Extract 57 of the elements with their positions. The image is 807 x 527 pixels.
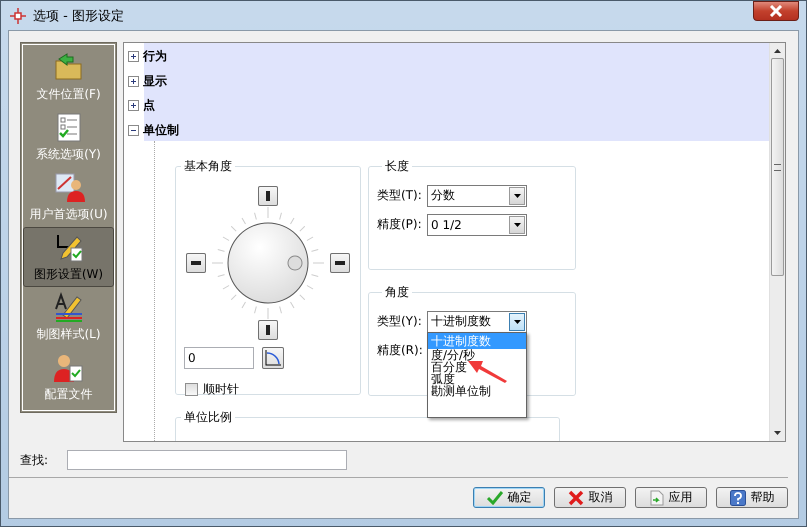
tree-item[interactable]: 行为 (143, 48, 167, 65)
field-label: 精度(R): (377, 342, 424, 359)
preset-button[interactable] (258, 320, 278, 340)
pick-angle-button[interactable] (262, 347, 284, 369)
document-icon (650, 490, 664, 506)
expand-icon[interactable] (128, 100, 139, 112)
crosshair-icon (9, 6, 27, 24)
group-title: 单位比例 (183, 409, 233, 426)
expand-icon[interactable] (128, 76, 139, 87)
scroll-thumb[interactable] (771, 58, 784, 276)
field-label: 类型(T): (377, 187, 423, 204)
help-icon (730, 490, 746, 506)
dropdown-option[interactable]: 度/分/秒 (428, 348, 526, 360)
group-title: 角度 (384, 284, 410, 301)
checkbox[interactable] (185, 383, 198, 396)
bar-icon (191, 261, 201, 265)
expand-icon[interactable] (128, 50, 139, 62)
angle-arc-icon (264, 349, 282, 367)
cancel-button[interactable]: 取消 (554, 487, 626, 508)
bar-icon (266, 191, 270, 201)
field-label: 精度(P): (377, 216, 423, 233)
scrollbar[interactable] (769, 43, 785, 441)
user-pencil-icon (52, 171, 84, 203)
window-title: 选项 - 图形设定 (33, 8, 124, 24)
tree-item[interactable]: 点 (143, 97, 155, 114)
preset-button[interactable] (330, 253, 350, 273)
tree-item[interactable]: 显示 (143, 72, 167, 90)
dropdown[interactable]: 0 1/2 (427, 214, 527, 236)
close-icon (769, 5, 783, 17)
preset-button[interactable] (186, 253, 206, 273)
bar-icon (335, 261, 345, 265)
find-label: 查找: (20, 452, 50, 468)
dropdown-option[interactable]: 勘测单位制 (428, 384, 526, 396)
group-title: 基本角度 (183, 158, 233, 175)
angle-input[interactable]: 0 (184, 347, 254, 369)
dropdown-option[interactable]: 百分度 (428, 360, 526, 372)
checkbox-label: 顺时针 (203, 381, 239, 398)
down-arrow-icon (774, 431, 781, 435)
dropdown-option[interactable]: 弧度 (428, 372, 526, 384)
dropdown[interactable]: 十进制度数 (427, 310, 527, 332)
text-style-icon (52, 291, 84, 323)
field-label: 类型(Y): (377, 313, 423, 330)
apply-button[interactable]: 应用 (635, 487, 707, 508)
up-arrow-icon (774, 49, 781, 53)
cross-icon (568, 490, 584, 506)
tree-item[interactable]: 单位制 (143, 122, 179, 139)
group-title: 长度 (384, 158, 410, 175)
dropdown[interactable]: 分数 (427, 184, 527, 206)
collapse-icon[interactable] (128, 124, 139, 136)
preset-button[interactable] (258, 186, 278, 206)
close-button[interactable] (753, 1, 799, 21)
sidebar-item[interactable]: 图形设置(W) (23, 227, 114, 287)
find-field[interactable] (67, 450, 347, 470)
ok-button[interactable]: 确定 (473, 487, 545, 508)
bar-icon (266, 325, 270, 335)
help-button[interactable]: 帮助 (716, 487, 788, 508)
checkmark-icon (486, 490, 502, 504)
